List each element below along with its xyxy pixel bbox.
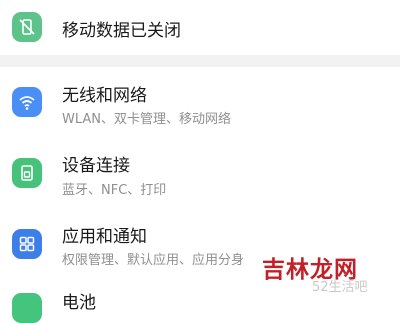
section-divider <box>0 55 400 67</box>
mobile-data-status-label: 移动数据已关闭 <box>62 21 181 41</box>
watermark-url: 52生活吧 <box>312 280 368 295</box>
mobile-data-off-icon <box>12 12 42 42</box>
wifi-icon <box>12 87 42 117</box>
settings-item-subtitle: 蓝牙、NFC、打印 <box>62 183 167 198</box>
settings-item-subtitle: 权限管理、默认应用、应用分身 <box>62 253 245 268</box>
settings-item-subtitle: WLAN、双卡管理、移动网络 <box>62 112 232 127</box>
settings-item-title: 应用和通知 <box>62 227 147 247</box>
settings-item-wireless-networks[interactable]: 无线和网络 WLAN、双卡管理、移动网络 <box>0 67 400 137</box>
battery-icon <box>12 293 42 323</box>
settings-item-title: 设备连接 <box>62 156 130 176</box>
mobile-data-status-row[interactable]: 移动数据已关闭 <box>0 0 400 55</box>
settings-item-battery-title: 电池 <box>62 293 96 313</box>
apps-icon <box>12 229 42 259</box>
device-connection-icon <box>12 158 42 188</box>
settings-item-device-connection[interactable]: 设备连接 蓝牙、NFC、打印 <box>0 137 400 209</box>
settings-item-title: 无线和网络 <box>62 86 147 106</box>
